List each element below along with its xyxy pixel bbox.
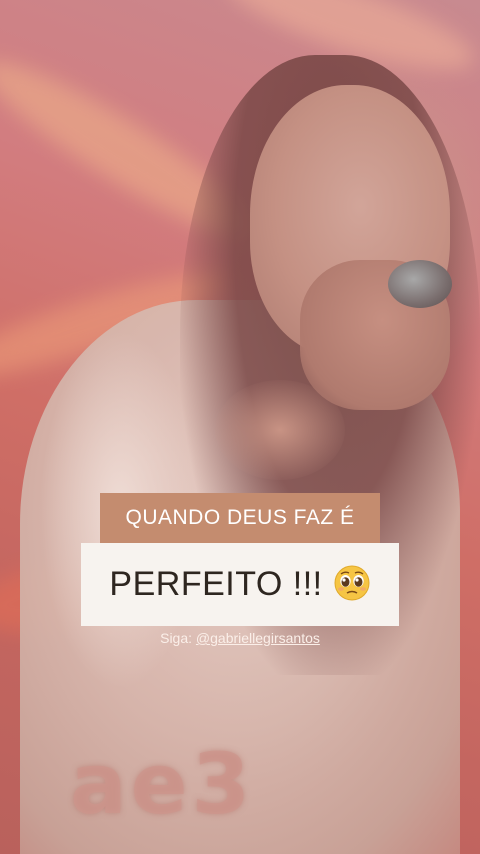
pleading-face-icon [333,564,371,606]
watermark: ae3 [70,735,255,833]
follow-credit: Siga: @gabriellegirsantos [0,630,480,646]
follow-handle-link[interactable]: @gabriellegirsantos [196,630,320,646]
caption-banner-main: PERFEITO !!! [81,543,399,626]
follow-prefix: Siga: [160,630,193,646]
caption-line-1: QUANDO DEUS FAZ É [125,506,355,529]
microphone [388,260,452,308]
video-frame[interactable]: ae3 [0,0,480,854]
caption-line-2: PERFEITO !!! [109,565,323,603]
caption-banner-top: QUANDO DEUS FAZ É [100,493,380,543]
